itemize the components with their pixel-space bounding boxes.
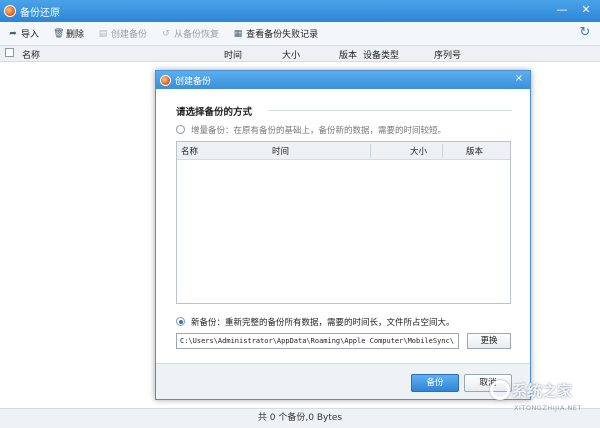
restore-icon: ↺: [162, 28, 170, 39]
list-header: 名称 时间 大小 版本: [177, 142, 510, 160]
view-failure-log-button[interactable]: ▦ 查看备份失败记录: [233, 27, 319, 41]
close-button[interactable]: ✕: [578, 3, 594, 17]
create-backup-icon: ▤: [98, 28, 108, 39]
incremental-backup-label[interactable]: 增量备份：在原有备份的基础上，备份新的数据，需要的时间较短。: [191, 124, 446, 136]
incremental-backup-radio[interactable]: [176, 125, 185, 134]
watermark-text: 系统之家: [512, 382, 573, 400]
change-path-button[interactable]: 更换: [467, 333, 511, 349]
column-serial-number[interactable]: 序列号: [434, 48, 461, 61]
import-button[interactable]: ➦ 导入: [8, 27, 40, 41]
window-controls: — ✕: [554, 3, 594, 17]
dialog-title: 创建备份: [175, 76, 212, 87]
select-all-checkbox[interactable]: [5, 48, 14, 57]
watermark: 系统之家 XITONGZHIJIA.NET: [490, 378, 596, 422]
list-column-version[interactable]: 版本: [466, 145, 483, 157]
log-icon: ▦: [233, 28, 243, 39]
window-title-bar: 备份还原 — ✕: [0, 0, 600, 22]
dialog-logo-icon: [160, 74, 171, 86]
import-icon: ➦: [9, 28, 17, 39]
dialog-title-bar: 创建备份 ×: [156, 71, 530, 89]
list-column-name[interactable]: 名称: [181, 145, 198, 157]
backup-path-field[interactable]: C:\Users\Administrator\AppData\Roaming\A…: [176, 333, 459, 349]
minimize-button[interactable]: —: [554, 3, 570, 17]
section-title: 请选择备份的方式: [176, 107, 253, 118]
delete-button[interactable]: 🗑 删除: [53, 27, 85, 41]
window-title: 备份还原: [20, 7, 60, 19]
new-backup-label[interactable]: 新备份：重新完整的备份所有数据，需要的时间长，文件所占空间大。: [191, 316, 455, 328]
toolbar: ➦ 导入 🗑 删除 ▤ 创建备份 ↺ 从备份恢复 ▦ 查看备份失败记录 ↻: [0, 22, 600, 46]
import-label: 导入: [21, 30, 40, 40]
app-logo-icon: [4, 5, 16, 17]
create-backup-button[interactable]: ▤ 创建备份: [98, 27, 148, 41]
delete-label: 删除: [66, 30, 85, 40]
watermark-logo-icon: [490, 380, 510, 400]
backup-button[interactable]: 备份: [411, 374, 459, 392]
create-backup-dialog: 创建备份 × 请选择备份的方式 增量备份：在原有备份的基础上，备份新的数据，需要…: [155, 70, 531, 400]
section-divider: [268, 110, 512, 111]
column-time[interactable]: 时间: [224, 48, 242, 61]
dialog-close-icon[interactable]: ×: [513, 73, 525, 84]
restore-button[interactable]: ↺ 从备份恢复: [161, 27, 220, 41]
view-failure-log-label: 查看备份失败记录: [246, 30, 319, 40]
list-column-time[interactable]: 时间: [272, 145, 289, 157]
column-name[interactable]: 名称: [22, 48, 40, 61]
create-backup-label: 创建备份: [111, 30, 148, 40]
column-size[interactable]: 大小: [282, 48, 300, 61]
list-column-separator: [370, 144, 371, 158]
new-backup-radio[interactable]: [176, 317, 185, 326]
existing-backups-list[interactable]: 名称 时间 大小 版本: [176, 141, 511, 304]
dialog-footer: 备份 取消: [156, 363, 530, 399]
backup-table-header: 名称 时间 大小 版本 设备类型 序列号: [0, 46, 600, 62]
watermark-subtext: XITONGZHIJIA.NET: [514, 404, 582, 412]
restore-label: 从备份恢复: [174, 30, 220, 40]
column-version[interactable]: 版本: [339, 48, 357, 61]
refresh-icon[interactable]: ↻: [578, 26, 592, 40]
list-column-size[interactable]: 大小: [410, 145, 427, 157]
list-column-separator: [442, 144, 443, 158]
column-device-type[interactable]: 设备类型: [363, 48, 399, 61]
trash-icon: 🗑: [53, 28, 65, 39]
